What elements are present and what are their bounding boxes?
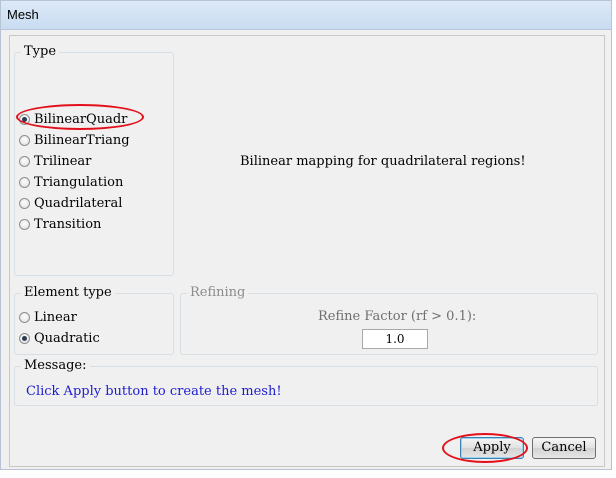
radio-bilinearquadr[interactable]: BilinearQuadr	[19, 109, 127, 129]
refine-factor-input[interactable]: 1.0	[362, 329, 428, 349]
type-description: Bilinear mapping for quadrilateral regio…	[240, 154, 526, 169]
radio-button-icon[interactable]	[19, 176, 30, 188]
radio-button-icon[interactable]	[19, 218, 30, 230]
refine-factor-label: Refine Factor (rf > 0.1):	[318, 309, 477, 324]
radio-linear[interactable]: Linear	[19, 307, 77, 327]
radio-button-icon[interactable]	[19, 197, 30, 209]
refining-legend: Refining	[187, 285, 249, 300]
radio-button-icon[interactable]	[19, 113, 30, 125]
radio-transition[interactable]: Transition	[19, 214, 101, 234]
radio-button-icon[interactable]	[19, 332, 30, 344]
type-group: Type BilinearQuadr BilinearTriang Trilin…	[14, 44, 174, 276]
radio-label: BilinearTriang	[34, 132, 130, 148]
message-legend: Message:	[21, 358, 90, 373]
radio-label: BilinearQuadr	[34, 111, 128, 127]
cancel-button[interactable]: Cancel	[532, 437, 596, 459]
window-title: Mesh	[1, 1, 611, 30]
radio-bilineartriang[interactable]: BilinearTriang	[19, 130, 130, 150]
radio-label: Transition	[34, 216, 102, 232]
radio-button-icon[interactable]	[19, 155, 30, 167]
element-type-legend: Element type	[21, 285, 115, 300]
radio-button-icon[interactable]	[19, 311, 30, 323]
type-group-legend: Type	[21, 44, 60, 59]
radio-label: Quadrilateral	[34, 195, 123, 211]
radio-triangulation[interactable]: Triangulation	[19, 172, 123, 192]
message-text: Click Apply button to create the mesh!	[26, 384, 282, 399]
apply-button[interactable]: Apply	[460, 437, 524, 459]
radio-trilinear[interactable]: Trilinear	[19, 151, 91, 171]
radio-quadratic[interactable]: Quadratic	[19, 328, 100, 348]
radio-label: Trilinear	[34, 153, 92, 169]
element-type-group: Element type Linear Quadratic	[14, 285, 174, 355]
radio-quadrilateral[interactable]: Quadrilateral	[19, 193, 122, 213]
radio-button-icon[interactable]	[19, 134, 30, 146]
radio-label: Linear	[34, 309, 77, 325]
radio-label: Triangulation	[34, 174, 124, 190]
dialog-client-area: Type BilinearQuadr BilinearTriang Trilin…	[9, 35, 605, 467]
radio-label: Quadratic	[34, 330, 100, 346]
mesh-dialog: Mesh Type BilinearQuadr BilinearTriang T…	[0, 0, 612, 470]
